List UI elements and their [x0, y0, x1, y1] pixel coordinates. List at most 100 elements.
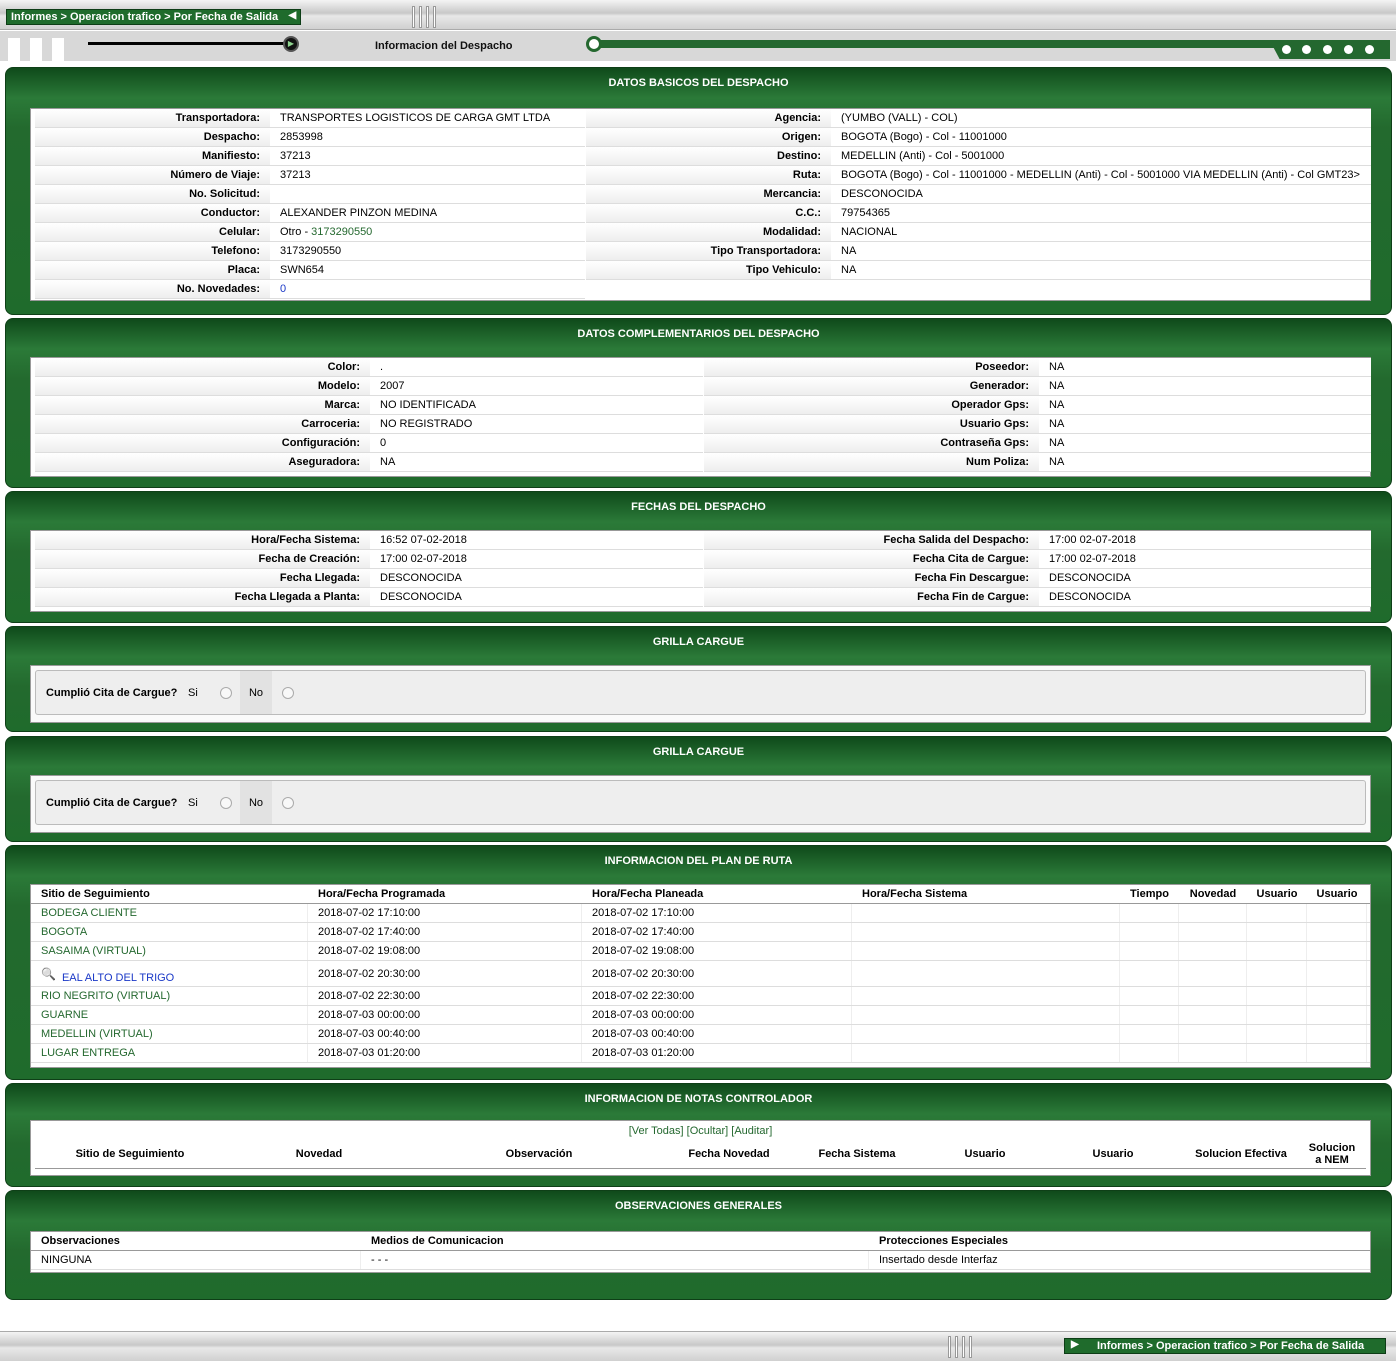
table-cell-empty — [1307, 942, 1367, 960]
column-header[interactable]: Solucion a NEM — [1305, 1142, 1359, 1166]
table-cell-empty — [852, 904, 1120, 922]
field-row: Ruta: BOGOTA (Bogo) - Col - 11001000 - ME… — [586, 166, 1371, 185]
field-label: Conductor: — [35, 204, 270, 222]
radio-si[interactable] — [220, 686, 232, 699]
field-row: Placa: SWN654 — [35, 261, 585, 280]
field-value-text[interactable]: 0 — [280, 283, 286, 295]
sitio-link[interactable]: LUGAR ENTREGA — [31, 1044, 308, 1062]
table-cell-empty — [852, 1025, 1120, 1043]
table-cell-empty — [852, 942, 1120, 960]
panel-datos-complementarios: DATOS COMPLEMENTARIOS DEL DESPACHO Color… — [5, 318, 1392, 488]
pager-dot-icon[interactable] — [1365, 45, 1374, 54]
field-label: Hora/Fecha Sistema: — [35, 531, 370, 549]
table-cell-empty — [1120, 961, 1179, 986]
table-cell-empty — [1179, 923, 1247, 941]
column-header[interactable]: Usuario — [1049, 1148, 1177, 1160]
sitio-link[interactable]: RIO NEGRITO (VIRTUAL) — [31, 987, 308, 1005]
pager-dot-icon[interactable] — [1282, 45, 1291, 54]
column-header[interactable]: Hora/Fecha Planeada — [582, 885, 852, 903]
field-value-text: 17:00 02-07-2018 — [1049, 534, 1136, 546]
table-row: MEDELLIN (VIRTUAL) 2018-07-03 00:40:00 201… — [31, 1025, 1370, 1044]
column-header[interactable]: Fecha Novedad — [665, 1148, 793, 1160]
auditar-link[interactable]: [Auditar] — [731, 1125, 772, 1137]
play-knob-icon[interactable]: ▶ — [283, 36, 299, 52]
field-value-text: NO IDENTIFICADA — [380, 399, 476, 411]
column-header[interactable]: Hora/Fecha Sistema — [852, 885, 1120, 903]
field-label: Número de Viaje: — [35, 166, 270, 184]
resize-grip-icon[interactable] — [412, 6, 446, 28]
column-header[interactable]: Hora/Fecha Programada — [308, 885, 582, 903]
field-value-text: NA — [841, 264, 857, 276]
column-header[interactable]: Usuario — [1307, 885, 1367, 903]
field-label: Celular: — [35, 223, 270, 241]
field-row: Fecha de Creación: 17:00 02-07-2018 — [35, 550, 703, 569]
column-header[interactable]: Tiempo — [1120, 885, 1179, 903]
table-cell: 2018-07-02 20:30:00 — [582, 961, 852, 986]
column-header[interactable]: Novedad — [225, 1148, 413, 1160]
radio-no[interactable] — [282, 796, 294, 809]
breadcrumb[interactable]: Informes > Operacion trafico > Por Fecha… — [6, 9, 302, 25]
pager-dot-icon[interactable] — [1344, 45, 1353, 54]
table-header-row: Observaciones Medios de Comunicacion Pro… — [31, 1232, 1370, 1251]
slider-track[interactable] — [88, 42, 293, 45]
column-header[interactable]: Sitio de Seguimiento — [31, 885, 308, 903]
radio-si[interactable] — [220, 796, 232, 809]
field-row: Marca: NO IDENTIFICADA — [35, 396, 703, 415]
table-cell-empty — [1120, 904, 1179, 922]
field-value-text: BOGOTA (Bogo) - Col - 11001000 - MEDELLI… — [841, 169, 1360, 181]
cita-cargue-row: Cumplió Cita de Cargue? Si No — [35, 780, 1366, 825]
breadcrumb-bottom[interactable]: ▶ Informes > Operacion trafico > Por Fech… — [1064, 1338, 1386, 1354]
ocultar-link[interactable]: [Ocultar] — [687, 1125, 729, 1137]
field-label: Transportadora: — [35, 109, 270, 127]
field-row: C.C.: 79754365 — [586, 204, 1371, 223]
basicos-grid: Transportadora: TRANSPORTES LOGISTICOS DE… — [30, 108, 1371, 301]
panel-notas-controlador: INFORMACION DE NOTAS CONTROLADOR [Ver To… — [5, 1083, 1392, 1187]
field-row: Origen: BOGOTA (Bogo) - Col - 11001000 — [586, 128, 1371, 147]
grilla-box: Cumplió Cita de Cargue? Si No — [30, 665, 1371, 723]
field-value: BOGOTA (Bogo) - Col - 11001000 — [831, 128, 1371, 146]
column-header[interactable]: Solucion Efectiva — [1177, 1148, 1305, 1160]
resize-grip-icon[interactable] — [948, 1336, 982, 1358]
phone-link[interactable]: 3173290550 — [311, 226, 372, 238]
pager-dot-icon[interactable] — [1302, 45, 1311, 54]
column-header[interactable]: Observación — [413, 1148, 665, 1160]
sitio-link[interactable]: 🔍 EAL ALTO DEL TRIGO — [31, 961, 308, 986]
field-value: 2007 — [370, 377, 703, 395]
field-value-text: NA — [1049, 418, 1065, 430]
rail-knob[interactable] — [586, 36, 602, 52]
sitio-link[interactable]: BOGOTA — [31, 923, 308, 941]
column-header[interactable]: Novedad — [1179, 885, 1247, 903]
table-cell-empty — [1179, 1044, 1247, 1062]
collapse-arrow-icon[interactable]: ◀ — [288, 10, 296, 21]
field-value-text: (YUMBO (VALL) - COL) — [841, 112, 958, 124]
sitio-link[interactable]: MEDELLIN (VIRTUAL) — [31, 1025, 308, 1043]
column-header[interactable]: Usuario — [921, 1148, 1049, 1160]
field-value-text: DESCONOCIDA — [380, 572, 462, 584]
table-cell-empty — [852, 987, 1120, 1005]
sitio-link[interactable]: SASAIMA (VIRTUAL) — [31, 942, 308, 960]
radio-no[interactable] — [282, 686, 294, 699]
column-header[interactable]: Usuario — [1247, 885, 1307, 903]
field-value: NA — [1039, 377, 1371, 395]
column-header[interactable]: Sitio de Seguimiento — [35, 1148, 225, 1160]
table-cell-empty — [1307, 987, 1367, 1005]
sitio-link[interactable]: GUARNE — [31, 1006, 308, 1024]
field-value: 79754365 — [831, 204, 1371, 222]
table-cell-empty — [852, 1006, 1120, 1024]
column-header[interactable]: Fecha Sistema — [793, 1148, 921, 1160]
table-cell-empty — [1120, 923, 1179, 941]
field-value: 16:52 07-02-2018 — [370, 531, 703, 549]
table-cell-empty — [1120, 942, 1179, 960]
table-cell-empty — [852, 923, 1120, 941]
sitio-label[interactable]: EAL ALTO DEL TRIGO — [62, 964, 174, 984]
si-label: Si — [188, 796, 198, 809]
field-row: Fecha Fin de Cargue: DESCONOCIDA — [704, 588, 1371, 607]
table-cell-empty — [1247, 904, 1307, 922]
table-cell-empty — [1247, 961, 1307, 986]
pager-dot-icon[interactable] — [1323, 45, 1332, 54]
search-icon[interactable]: 🔍 — [41, 967, 56, 981]
sitio-link[interactable]: BODEGA CLIENTE — [31, 904, 308, 922]
expand-arrow-icon[interactable]: ▶ — [1071, 1339, 1079, 1350]
field-label: Marca: — [35, 396, 370, 414]
ver-todas-link[interactable]: [Ver Todas] — [629, 1125, 684, 1137]
